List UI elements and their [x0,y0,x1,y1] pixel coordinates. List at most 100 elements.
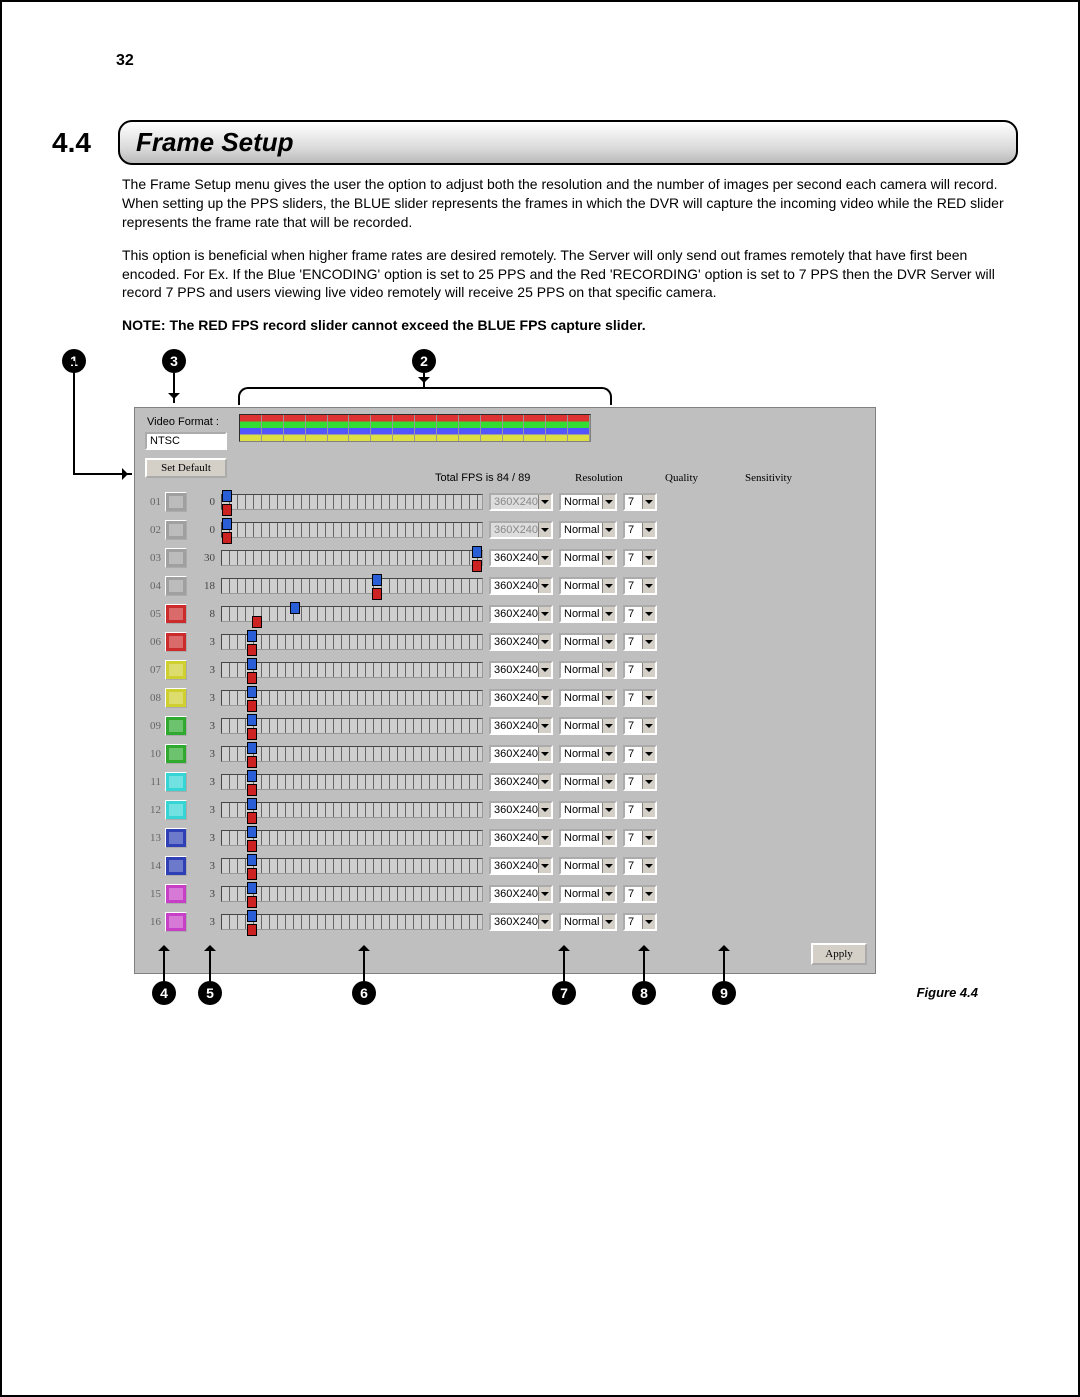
apply-button[interactable]: Apply [811,943,867,965]
sensitivity-dropdown[interactable]: 7 [623,633,657,651]
blue-marker-icon[interactable] [472,546,482,558]
camera-icon[interactable] [165,884,187,904]
quality-dropdown[interactable]: Normal [559,745,617,763]
sensitivity-dropdown[interactable]: 7 [623,577,657,595]
sensitivity-dropdown[interactable]: 7 [623,689,657,707]
sensitivity-dropdown[interactable]: 7 [623,605,657,623]
resolution-dropdown[interactable]: 360X240 [489,549,553,567]
resolution-dropdown[interactable]: 360X240 [489,661,553,679]
fps-slider[interactable] [221,494,483,510]
quality-dropdown[interactable]: Normal [559,661,617,679]
fps-slider[interactable] [221,690,483,706]
set-default-button[interactable]: Set Default [145,458,227,478]
blue-marker-icon[interactable] [247,910,257,922]
blue-marker-icon[interactable] [247,826,257,838]
sensitivity-dropdown[interactable]: 7 [623,521,657,539]
fps-slider[interactable] [221,774,483,790]
blue-marker-icon[interactable] [372,574,382,586]
red-marker-icon[interactable] [222,532,232,544]
red-marker-icon[interactable] [247,644,257,656]
red-marker-icon[interactable] [222,504,232,516]
quality-dropdown[interactable]: Normal [559,857,617,875]
resolution-dropdown[interactable]: 360X240 [489,801,553,819]
red-marker-icon[interactable] [247,840,257,852]
fps-slider[interactable] [221,830,483,846]
blue-marker-icon[interactable] [247,742,257,754]
camera-icon[interactable] [165,828,187,848]
resolution-dropdown[interactable]: 360X240 [489,605,553,623]
camera-icon[interactable] [165,576,187,596]
resolution-dropdown[interactable]: 360X240 [489,857,553,875]
resolution-dropdown[interactable]: 360X240 [489,689,553,707]
quality-dropdown[interactable]: Normal [559,689,617,707]
sensitivity-dropdown[interactable]: 7 [623,717,657,735]
sensitivity-dropdown[interactable]: 7 [623,913,657,931]
red-marker-icon[interactable] [252,616,262,628]
camera-icon[interactable] [165,492,187,512]
red-marker-icon[interactable] [247,868,257,880]
blue-marker-icon[interactable] [247,770,257,782]
quality-dropdown[interactable]: Normal [559,633,617,651]
sensitivity-dropdown[interactable]: 7 [623,493,657,511]
camera-icon[interactable] [165,744,187,764]
resolution-dropdown[interactable]: 360X240 [489,829,553,847]
resolution-dropdown[interactable]: 360X240 [489,745,553,763]
camera-icon[interactable] [165,716,187,736]
camera-icon[interactable] [165,912,187,932]
camera-icon[interactable] [165,800,187,820]
red-marker-icon[interactable] [247,896,257,908]
quality-dropdown[interactable]: Normal [559,493,617,511]
blue-marker-icon[interactable] [222,490,232,502]
camera-icon[interactable] [165,688,187,708]
red-marker-icon[interactable] [247,728,257,740]
quality-dropdown[interactable]: Normal [559,829,617,847]
red-marker-icon[interactable] [247,700,257,712]
fps-slider[interactable] [221,914,483,930]
camera-icon[interactable] [165,520,187,540]
quality-dropdown[interactable]: Normal [559,773,617,791]
fps-slider[interactable] [221,662,483,678]
fps-slider[interactable] [221,802,483,818]
quality-dropdown[interactable]: Normal [559,521,617,539]
video-format-field[interactable]: NTSC [145,432,227,450]
camera-icon[interactable] [165,604,187,624]
fps-slider[interactable] [221,606,483,622]
red-marker-icon[interactable] [247,924,257,936]
camera-icon[interactable] [165,772,187,792]
sensitivity-dropdown[interactable]: 7 [623,885,657,903]
sensitivity-dropdown[interactable]: 7 [623,745,657,763]
sensitivity-dropdown[interactable]: 7 [623,829,657,847]
red-marker-icon[interactable] [247,812,257,824]
red-marker-icon[interactable] [247,784,257,796]
blue-marker-icon[interactable] [222,518,232,530]
quality-dropdown[interactable]: Normal [559,717,617,735]
sensitivity-dropdown[interactable]: 7 [623,661,657,679]
fps-slider[interactable] [221,746,483,762]
fps-slider[interactable] [221,886,483,902]
camera-icon[interactable] [165,632,187,652]
blue-marker-icon[interactable] [247,798,257,810]
resolution-dropdown[interactable]: 360X240 [489,773,553,791]
fps-slider[interactable] [221,522,483,538]
resolution-dropdown[interactable]: 360X240 [489,885,553,903]
sensitivity-dropdown[interactable]: 7 [623,549,657,567]
red-marker-icon[interactable] [247,672,257,684]
blue-marker-icon[interactable] [247,686,257,698]
blue-marker-icon[interactable] [247,714,257,726]
fps-slider[interactable] [221,718,483,734]
blue-marker-icon[interactable] [247,882,257,894]
blue-marker-icon[interactable] [247,854,257,866]
camera-icon[interactable] [165,660,187,680]
quality-dropdown[interactable]: Normal [559,913,617,931]
fps-slider[interactable] [221,550,483,566]
sensitivity-dropdown[interactable]: 7 [623,857,657,875]
quality-dropdown[interactable]: Normal [559,577,617,595]
resolution-dropdown[interactable]: 360X240 [489,577,553,595]
red-marker-icon[interactable] [372,588,382,600]
resolution-dropdown[interactable]: 360X240 [489,717,553,735]
fps-slider[interactable] [221,578,483,594]
fps-slider[interactable] [221,634,483,650]
camera-icon[interactable] [165,856,187,876]
quality-dropdown[interactable]: Normal [559,605,617,623]
quality-dropdown[interactable]: Normal [559,801,617,819]
